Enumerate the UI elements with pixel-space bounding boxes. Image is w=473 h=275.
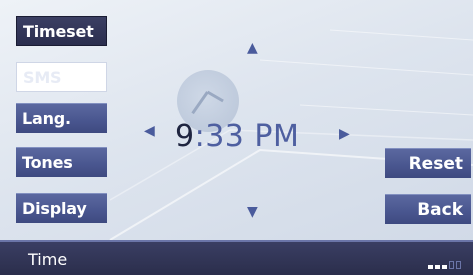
menu-item-label: Timeset	[23, 21, 94, 41]
timeset-screen: Timeset SMS Lang. Tones Display ▲ ◀ ▼ 9:…	[0, 0, 473, 275]
status-label: Time	[28, 250, 68, 269]
arrow-right-icon[interactable]: ▶	[339, 127, 350, 141]
time-minutes-ampm: :33 PM	[194, 119, 300, 154]
menu-item-lang[interactable]: Lang.	[16, 103, 107, 133]
menu-item-label: SMS	[23, 67, 62, 87]
back-label: Back	[417, 199, 463, 220]
arrow-down-icon[interactable]: ▼	[247, 205, 258, 219]
menu-item-label: Tones	[22, 153, 73, 172]
time-display[interactable]: 9:33 PM	[175, 122, 299, 152]
menu-item-display[interactable]: Display	[16, 193, 107, 223]
arrow-up-icon[interactable]: ▲	[247, 41, 258, 55]
signal-bar	[435, 265, 440, 269]
arrow-left-icon[interactable]: ◀	[144, 124, 155, 138]
menu-item-tones[interactable]: Tones	[16, 147, 107, 177]
status-bar: Time	[0, 240, 473, 275]
back-button[interactable]: Back	[385, 194, 471, 224]
signal-bar	[449, 261, 454, 269]
menu-item-sms[interactable]: SMS	[16, 62, 107, 92]
menu-item-timeset[interactable]: Timeset	[16, 16, 107, 46]
signal-strength-icon	[428, 259, 468, 269]
menu-item-label: Display	[22, 199, 87, 218]
reset-button[interactable]: Reset	[385, 148, 471, 178]
signal-bar	[442, 265, 447, 269]
menu-item-label: Lang.	[22, 109, 71, 128]
reset-label: Reset	[408, 153, 463, 174]
signal-bar	[428, 265, 433, 269]
signal-bar	[456, 261, 461, 269]
time-hour: 9	[175, 119, 195, 154]
